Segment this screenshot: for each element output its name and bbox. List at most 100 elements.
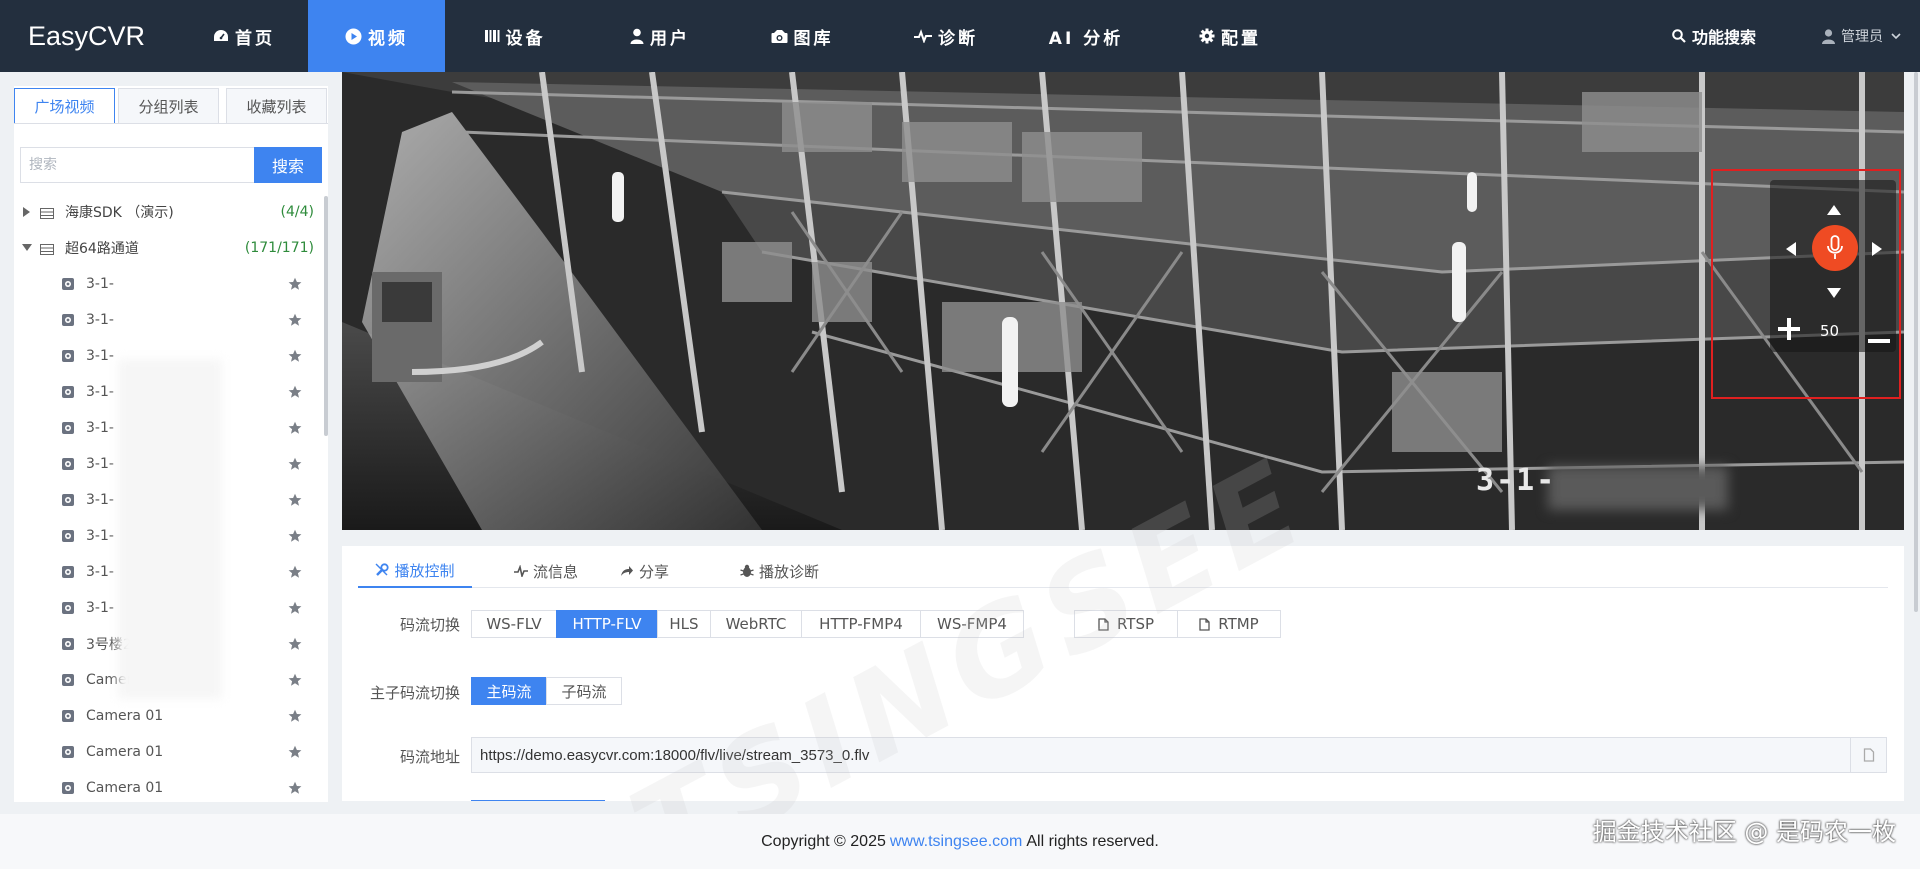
camera-item[interactable]: Camera 01 [14,698,328,734]
arrow-up-icon [1827,205,1841,215]
tab-stream-info[interactable]: 流信息 [514,554,578,588]
tab-favorites[interactable]: 收藏列表 [226,88,327,124]
nav-item-gallery[interactable]: 图库 [732,0,872,72]
favorite-star-icon[interactable] [288,601,302,615]
favorite-star-icon[interactable] [288,349,302,363]
footer-link[interactable]: www.tsingsee.com [890,833,1023,851]
favorite-star-icon[interactable] [288,745,302,759]
stream-switch-label: 码流切换 [399,616,460,634]
redacted-camera-names [118,359,222,699]
camera-item[interactable]: 3-1- [14,266,328,302]
sub-stream-button[interactable]: 子码流 [546,677,622,705]
user-icon [630,28,644,44]
stream-ws-fmp4[interactable]: WS-FMP4 [920,610,1024,638]
camera-item[interactable]: 3-1- [14,302,328,338]
camera-icon [61,673,75,687]
camera-icon [61,781,75,795]
ptz-down-button[interactable] [1827,283,1841,302]
stream-ws-flv[interactable]: WS-FLV [471,610,557,638]
favorite-star-icon[interactable] [288,493,302,507]
tab-share[interactable]: 分享 [620,554,669,588]
search-button[interactable]: 搜索 [254,147,322,183]
stream-webrtc[interactable]: WebRTC [710,610,802,638]
search-input[interactable] [20,147,254,183]
play-circle-icon [345,28,362,45]
camera-label: 3-1- [86,384,114,400]
camera-item[interactable]: Camera 01 [14,770,328,802]
sidebar-scrollbar[interactable] [324,196,328,436]
favorite-star-icon[interactable] [288,421,302,435]
stream-hls[interactable]: HLS [657,610,711,638]
favorite-star-icon[interactable] [288,709,302,723]
server-icon [40,243,54,255]
caret-down-icon[interactable] [22,243,32,253]
nav-item-device[interactable]: 设备 [445,0,585,72]
substream-switch-label: 主子码流切换 [369,684,460,702]
stream-http-flv[interactable]: HTTP-FLV [556,610,658,638]
camera-osd-label: 3-1- [1476,463,1557,498]
favorite-star-icon[interactable] [288,529,302,543]
arrow-left-icon [1786,242,1796,256]
favorite-star-icon[interactable] [288,565,302,579]
ptz-left-button[interactable] [1786,241,1796,260]
tree-group[interactable]: 海康SDK （演示) (4/4) [14,194,328,230]
main-stream-button[interactable]: 主码流 [471,677,547,705]
zoom-value: 50 [1820,322,1840,340]
favorite-star-icon[interactable] [288,637,302,651]
nav-item-config[interactable]: 配置 [1160,0,1300,72]
caret-right-icon[interactable] [22,207,32,217]
camera-icon [61,277,75,291]
substream-group: 主码流 子码流 [471,677,622,705]
ptz-up-button[interactable] [1827,200,1841,219]
nav-item-home[interactable]: 首页 [180,0,308,72]
nav-label-video: 视频 [368,28,408,49]
favorite-star-icon[interactable] [288,385,302,399]
tab-label: 播放控制 [394,561,455,580]
copy-rtmp-button[interactable]: RTMP [1177,610,1281,638]
ptz-right-button[interactable] [1872,241,1882,260]
favorite-star-icon[interactable] [288,781,302,795]
brand-logo[interactable]: EasyCVR [28,0,145,72]
microphone-icon [1827,235,1843,259]
camera-icon [61,349,75,363]
stream-url-field[interactable]: https://demo.easycvr.com:18000/flv/live/… [471,737,1887,773]
favorite-star-icon[interactable] [288,313,302,327]
favorite-star-icon[interactable] [288,673,302,687]
nav-label-diagnose: 诊断 [938,28,978,49]
nav-label-device: 设备 [505,28,546,49]
video-frame [342,72,1904,530]
nav-item-user[interactable]: 用户 [590,0,730,72]
zoom-out-button[interactable] [1868,328,1890,347]
camera-icon [61,529,75,543]
camera-label: 3-1- [86,528,114,544]
tab-group-list[interactable]: 分组列表 [118,88,219,124]
stream-type-group: WS-FLV HTTP-FLV HLS WebRTC HTTP-FMP4 WS-… [471,610,1024,638]
tab-label: 流信息 [533,562,579,581]
tree-group[interactable]: 超64路通道 (171/171) [14,230,328,266]
camera-icon [61,637,75,651]
user-menu[interactable]: 管理员 [1822,0,1901,72]
camera-item[interactable]: Camera 01 [14,734,328,770]
favorite-star-icon[interactable] [288,457,302,471]
main-scrollbar[interactable] [1914,72,1918,612]
tab-playback-control[interactable]: 播放控制 [358,554,472,588]
community-watermark: 掘金技术社区 @ 是码农一枚 [1592,818,1896,846]
stream-http-fmp4[interactable]: HTTP-FMP4 [801,610,921,638]
gear-icon [1199,28,1215,44]
nav-item-ai[interactable]: AI 分析 [1016,0,1156,72]
server-icon [40,207,54,219]
ptz-talk-button[interactable] [1812,225,1858,271]
favorite-star-icon[interactable] [288,277,302,291]
tab-square-video[interactable]: 广场视频 [14,88,115,124]
feature-search-button[interactable]: 功能搜索 [1672,0,1756,72]
bug-icon [740,564,754,578]
zoom-in-button[interactable] [1778,318,1800,344]
tab-playback-diagnose[interactable]: 播放诊断 [740,554,819,588]
nav-item-diagnose[interactable]: 诊断 [876,0,1016,72]
search-icon [1672,29,1686,43]
device-icon [484,29,500,43]
copy-url-button[interactable] [1850,738,1886,772]
video-player[interactable] [342,72,1904,530]
copy-rtsp-button[interactable]: RTSP [1074,610,1178,638]
nav-item-video[interactable]: 视频 [308,0,445,72]
